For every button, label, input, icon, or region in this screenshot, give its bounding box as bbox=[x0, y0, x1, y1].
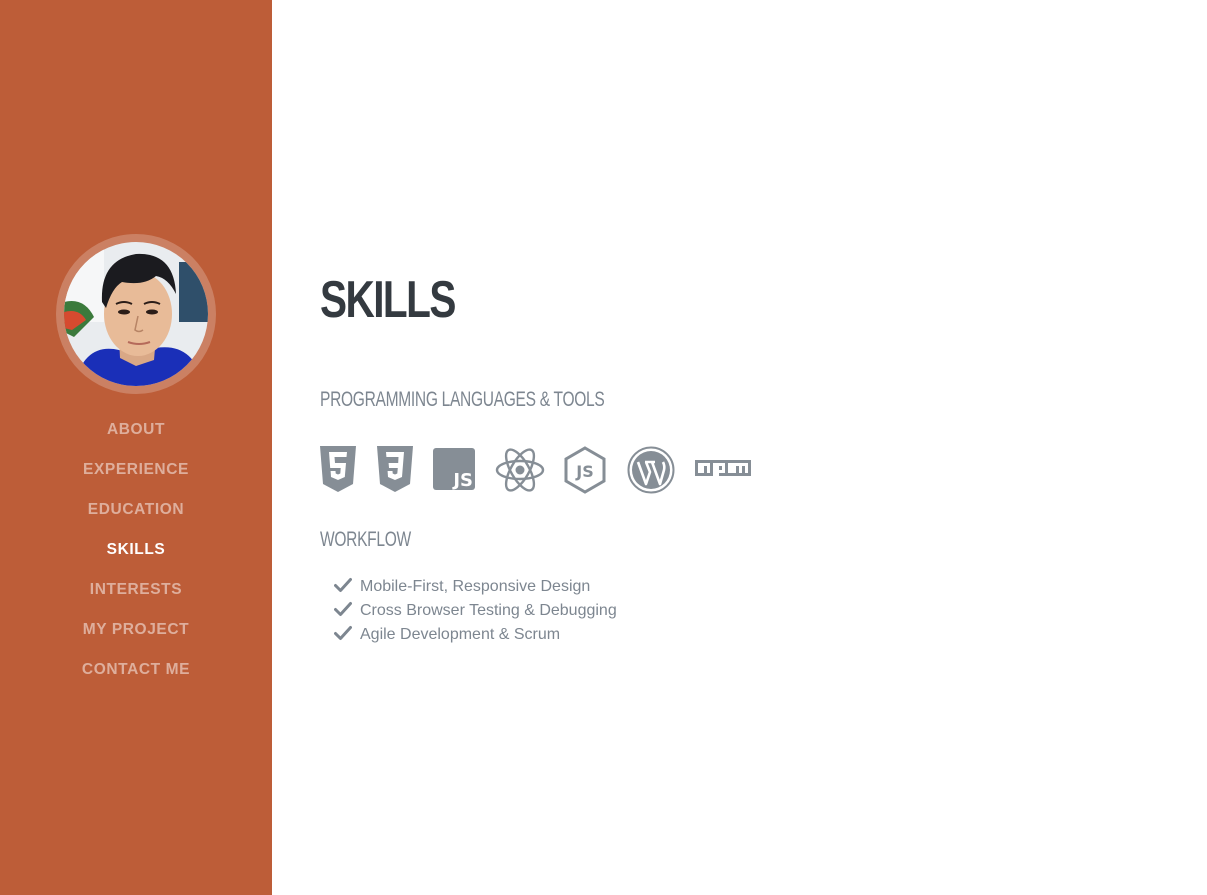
page: About Experience Education Skills Intere… bbox=[0, 0, 1207, 895]
nodejs-icon: JS bbox=[563, 446, 607, 494]
nav-link-my-project[interactable]: My Project bbox=[83, 618, 190, 642]
workflow-item: Mobile-First, Responsive Design bbox=[334, 575, 617, 599]
react-icon bbox=[495, 446, 545, 494]
nav-link-about[interactable]: About bbox=[107, 418, 165, 442]
page-title: Skills bbox=[320, 271, 456, 329]
tools-heading: Programming Languages & Tools bbox=[320, 388, 605, 411]
nav-link-experience[interactable]: Experience bbox=[83, 458, 189, 482]
check-icon bbox=[334, 578, 352, 592]
skills-section: Skills Programming Languages & Tools bbox=[320, 0, 1180, 895]
nav-item-skills: Skills bbox=[0, 538, 272, 578]
check-icon bbox=[334, 602, 352, 616]
workflow-item: Agile Development & Scrum bbox=[334, 623, 617, 647]
javascript-icon: JS bbox=[433, 448, 475, 496]
avatar-ring bbox=[56, 234, 216, 394]
nav-item-interests: Interests bbox=[0, 578, 272, 618]
profile-photo bbox=[64, 242, 208, 386]
workflow-item: Cross Browser Testing & Debugging bbox=[334, 599, 617, 623]
npm-icon bbox=[695, 460, 751, 508]
css3-icon bbox=[377, 446, 413, 494]
nav-item-education: Education bbox=[0, 498, 272, 538]
svg-text:JS: JS bbox=[575, 462, 593, 481]
workflow-item-label: Agile Development & Scrum bbox=[360, 626, 561, 643]
svg-text:JS: JS bbox=[451, 470, 473, 490]
nav-link-contact-me[interactable]: Contact Me bbox=[82, 658, 190, 682]
workflow-item-label: Mobile-First, Responsive Design bbox=[360, 578, 591, 595]
workflow-heading: Workflow bbox=[320, 528, 411, 551]
nav-item-experience: Experience bbox=[0, 458, 272, 498]
sidebar-nav: About Experience Education Skills Intere… bbox=[0, 418, 272, 698]
wordpress-icon bbox=[627, 446, 675, 494]
nav-item-my-project: My Project bbox=[0, 618, 272, 658]
check-icon bbox=[334, 626, 352, 640]
tools-icon-list: JS JS bbox=[320, 446, 780, 496]
sidebar: About Experience Education Skills Intere… bbox=[0, 0, 272, 895]
nav-link-skills[interactable]: Skills bbox=[107, 538, 166, 562]
nav-link-interests[interactable]: Interests bbox=[90, 578, 182, 602]
nav-link-education[interactable]: Education bbox=[88, 498, 184, 522]
nav-item-contact-me: Contact Me bbox=[0, 658, 272, 698]
workflow-list: Mobile-First, Responsive Design Cross Br… bbox=[334, 575, 617, 647]
html5-icon bbox=[320, 446, 356, 494]
nav-item-about: About bbox=[0, 418, 272, 458]
workflow-item-label: Cross Browser Testing & Debugging bbox=[360, 602, 617, 619]
avatar[interactable] bbox=[64, 242, 208, 386]
